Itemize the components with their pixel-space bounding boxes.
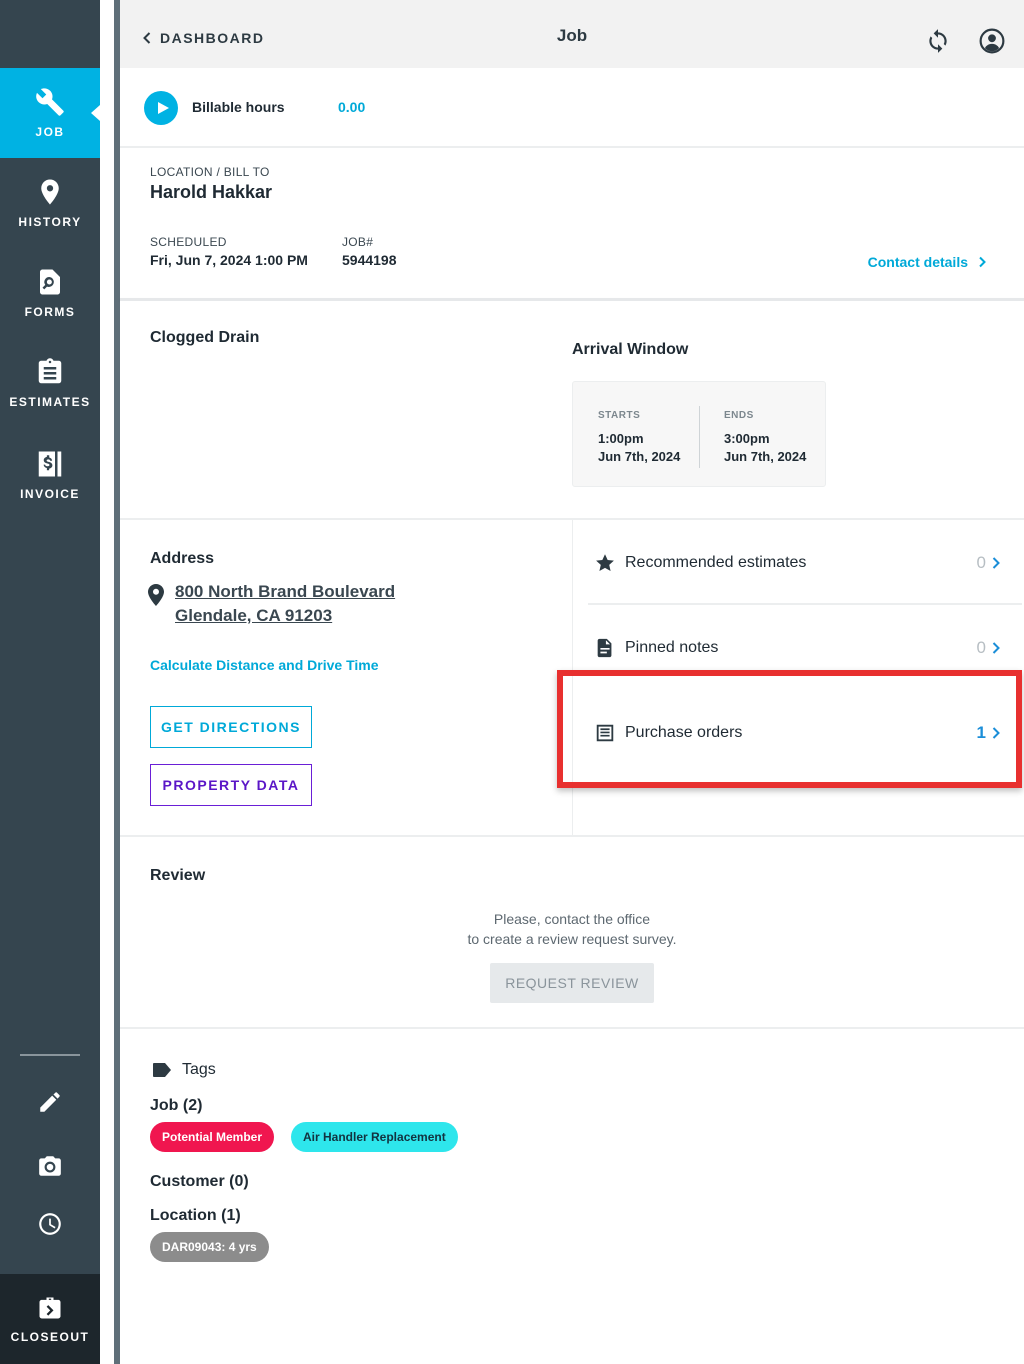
address-title: Address (150, 550, 215, 567)
sidebar: JOB HISTORY FORMS ESTIMATES INVOICE CLOS… (0, 0, 100, 1364)
ends-time: 3:00pm (724, 431, 770, 446)
job-details-section: Clogged Drain Arrival Window STARTS 1:00… (120, 301, 1024, 518)
row-label: Pinned notes (625, 638, 719, 656)
closeout-label: CLOSEOUT (10, 1330, 90, 1344)
sync-icon (929, 29, 947, 53)
user-profile-button[interactable] (975, 24, 1009, 58)
closeout-button[interactable]: CLOSEOUT (0, 1274, 100, 1364)
customer-name: Harold Hakkar (150, 182, 273, 202)
location-caption: LOCATION / BILL TO (150, 165, 270, 179)
chevron-right-icon (992, 641, 1000, 654)
recommended-estimates-row[interactable]: Recommended estimates 0 (572, 520, 1022, 605)
address-line1: 800 North Brand Boulevard (175, 582, 396, 601)
map-pin-icon (148, 584, 164, 606)
contact-details-link[interactable]: Contact details (868, 254, 988, 270)
clock-icon (39, 1213, 61, 1235)
document-icon (597, 638, 612, 657)
arrival-window-card: STARTS 1:00pm Jun 7th, 2024 ENDS 3:00pm … (572, 381, 826, 487)
chevron-right-icon (979, 256, 986, 268)
arrival-window-title: Arrival Window (572, 341, 689, 358)
row-count: 0 (976, 552, 986, 572)
starts-date: Jun 7th, 2024 (598, 449, 681, 464)
starts-caption: STARTS (598, 410, 641, 421)
contact-details-label: Contact details (867, 254, 968, 270)
starts-time: 1:00pm (598, 431, 644, 446)
review-message-line2: to create a review request survey. (467, 931, 677, 947)
tags-title: Tags (182, 1061, 216, 1078)
briefcase-arrow-icon (39, 1297, 61, 1319)
sidebar-item-label: ESTIMATES (9, 395, 91, 409)
ends-caption: ENDS (724, 410, 754, 421)
job-type-title: Clogged Drain (150, 329, 260, 346)
billable-hours-label: Billable hours (192, 99, 285, 115)
tag-potential-member[interactable]: Potential Member (150, 1122, 275, 1152)
map-pin-icon (41, 179, 59, 205)
invoice-dollar-icon (38, 451, 62, 477)
row-count: 1 (976, 722, 986, 742)
review-message: Please, contact the office to create a r… (120, 909, 1024, 949)
request-review-button[interactable]: REQUEST REVIEW (490, 963, 654, 1003)
arrival-divider (699, 406, 700, 468)
sync-button[interactable] (921, 24, 955, 58)
job-number-caption: JOB# (342, 235, 374, 249)
scheduled-value: Fri, Jun 7, 2024 1:00 PM (150, 252, 308, 268)
customer-tags-title: Customer (0) (150, 1173, 249, 1190)
pencil-icon (40, 1092, 60, 1112)
customer-section: LOCATION / BILL TO Harold Hakkar SCHEDUL… (120, 148, 1024, 298)
tag-icon (153, 1063, 171, 1077)
address-section: Address 800 North Brand Boulevard Glenda… (120, 520, 1024, 836)
scheduled-caption: SCHEDULED (150, 235, 227, 249)
start-timer-button[interactable] (144, 91, 178, 125)
billable-hours-value: 0.00 (338, 99, 366, 115)
review-section: Review Please, contact the office to cre… (120, 837, 1024, 1027)
user-avatar-icon (979, 28, 1005, 54)
ends-date: Jun 7th, 2024 (724, 449, 807, 464)
sidebar-item-job[interactable]: JOB (0, 68, 100, 158)
tag-air-handler-replacement[interactable]: Air Handler Replacement (291, 1122, 458, 1152)
sidebar-item-label: INVOICE (20, 487, 80, 501)
row-count: 0 (976, 637, 986, 657)
billable-section: Billable hours 0.00 (120, 68, 1024, 146)
timesheet-tool-button[interactable] (30, 1204, 70, 1244)
top-header: DASHBOARD Job (120, 0, 1024, 68)
chevron-right-icon (992, 726, 1000, 739)
review-message-line1: Please, contact the office (493, 911, 651, 927)
sidebar-divider (20, 1054, 80, 1056)
page-title: Job (556, 26, 588, 45)
tag-location-dar09043[interactable]: DAR09043: 4 yrs (150, 1232, 269, 1262)
pinned-notes-row[interactable]: Pinned notes 0 (572, 605, 1022, 690)
active-indicator (91, 105, 100, 121)
camera-icon (39, 1156, 61, 1176)
calculate-distance-link[interactable]: Calculate Distance and Drive Time (150, 657, 379, 673)
job-tags-title: Job (2) (150, 1097, 203, 1114)
row-label: Recommended estimates (625, 553, 807, 571)
form-search-icon (40, 269, 60, 295)
edit-tool-button[interactable] (30, 1082, 70, 1122)
tags-section: Tags Job (2) Potential Member Air Handle… (120, 1029, 1024, 1364)
camera-tool-button[interactable] (30, 1146, 70, 1186)
get-directions-button[interactable]: GET DIRECTIONS (150, 706, 312, 748)
property-data-button[interactable]: PROPERTY DATA (150, 764, 312, 806)
sidebar-item-label: FORMS (24, 305, 76, 319)
location-tags-title: Location (1) (150, 1207, 241, 1224)
job-number-value: 5944198 (342, 252, 397, 268)
tags-header: Tags (152, 1061, 216, 1079)
sidebar-item-label: HISTORY (18, 215, 82, 229)
row-label: Purchase orders (625, 723, 743, 741)
address-line2: Glendale, CA 91203 (175, 606, 333, 625)
wrench-icon (36, 88, 64, 116)
play-icon (157, 102, 169, 114)
receipt-icon (596, 724, 614, 741)
sidebar-item-forms[interactable]: FORMS (0, 248, 100, 338)
review-title: Review (150, 867, 206, 884)
clipboard-icon (38, 358, 62, 384)
sidebar-item-estimates[interactable]: ESTIMATES (0, 338, 100, 428)
sidebar-item-invoice[interactable]: INVOICE (0, 430, 100, 520)
star-icon (596, 553, 614, 571)
sidebar-item-label: JOB (35, 125, 65, 139)
sidebar-item-history[interactable]: HISTORY (0, 158, 100, 248)
purchase-orders-row[interactable]: Purchase orders 1 (572, 690, 1022, 775)
chevron-right-icon (992, 556, 1000, 569)
address-link[interactable]: 800 North Brand Boulevard Glendale, CA 9… (175, 580, 395, 628)
